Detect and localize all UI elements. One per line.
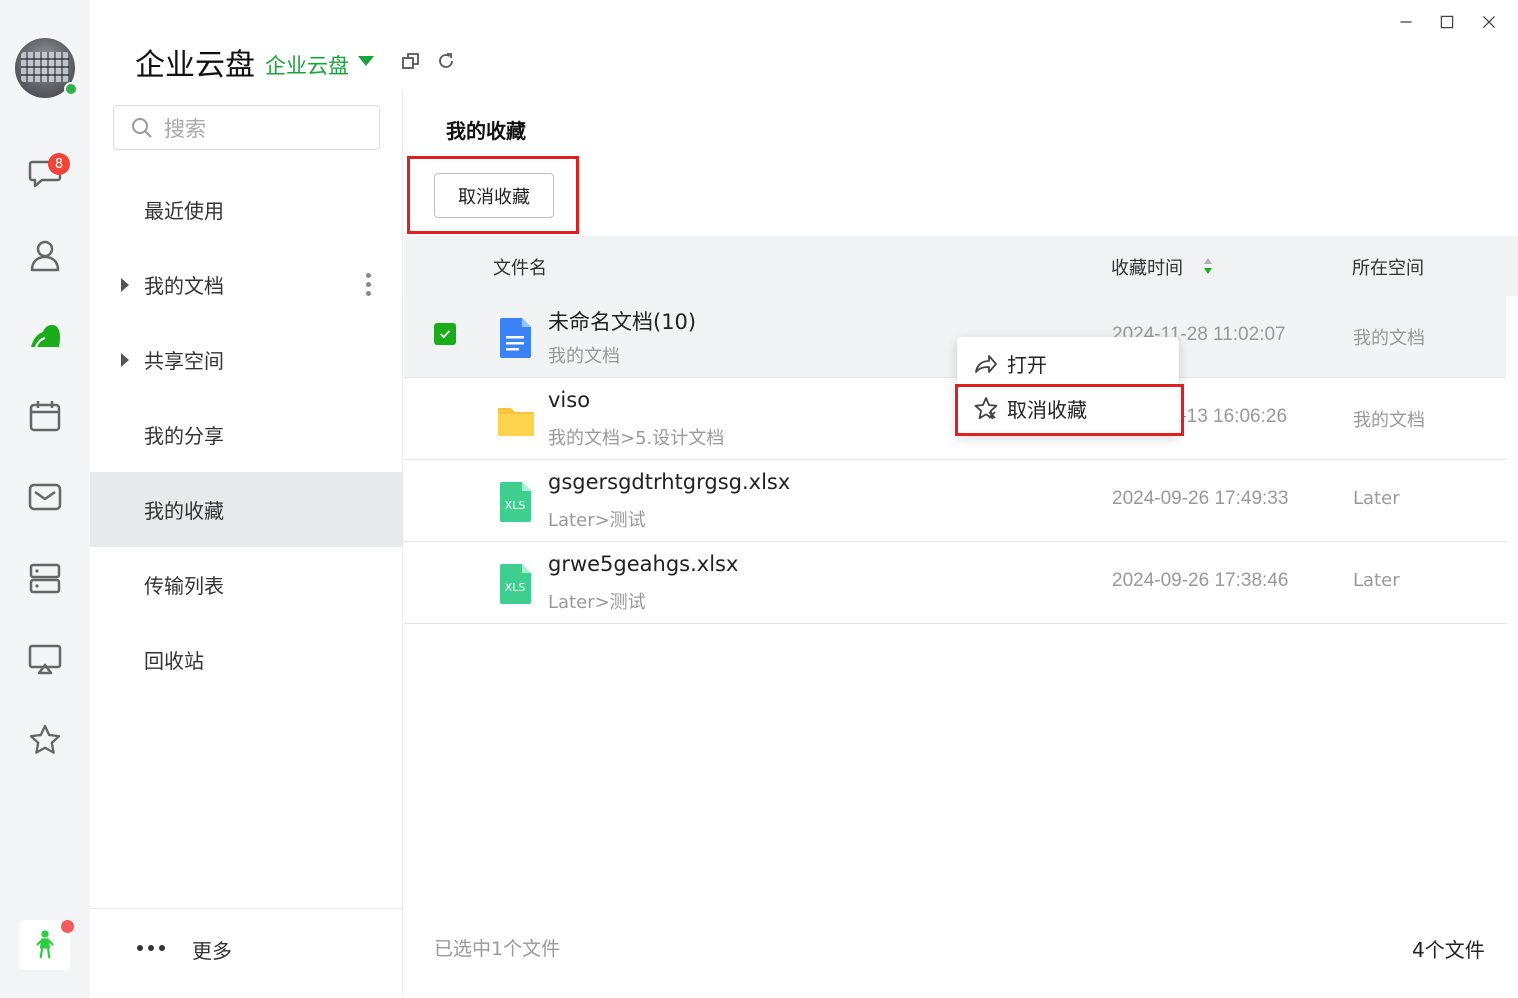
file-path: Later>测试 xyxy=(548,510,646,531)
nav-panel: 搜索 最近使用 我的文档 共享空间 我的分享 我的收藏 传输列表 回收站 更多 xyxy=(90,90,403,998)
minimize-icon[interactable] xyxy=(1394,10,1418,34)
column-header-time[interactable]: 收藏时间 xyxy=(1111,254,1183,280)
file-path: Later>测试 xyxy=(548,592,646,613)
close-icon[interactable] xyxy=(1477,10,1501,34)
nav-item-label: 我的文档 xyxy=(144,274,224,298)
search-input[interactable]: 搜索 xyxy=(113,105,380,150)
workspace-switcher[interactable]: 企业云盘 xyxy=(265,50,349,80)
nav-item-my-shares[interactable]: 我的分享 xyxy=(90,397,403,472)
nav-item-label: 共享空间 xyxy=(144,349,224,373)
nav-item-label: 我的收藏 xyxy=(144,499,224,523)
excel-file-icon: XLS xyxy=(500,482,531,522)
file-name[interactable]: viso xyxy=(548,388,590,412)
expand-arrow-icon[interactable] xyxy=(121,352,129,367)
refresh-icon[interactable] xyxy=(435,50,457,72)
open-arrow-icon xyxy=(975,354,997,373)
row-checkbox[interactable] xyxy=(434,323,456,345)
workspace-dropdown-icon[interactable] xyxy=(358,56,374,66)
maximize-icon[interactable] xyxy=(1435,10,1459,34)
file-name[interactable]: grwe5geahgs.xlsx xyxy=(548,552,738,576)
nav-item-my-docs[interactable]: 我的文档 xyxy=(90,247,403,322)
nav-item-recycle-bin[interactable]: 回收站 xyxy=(90,622,403,697)
nav-item-label: 传输列表 xyxy=(144,574,224,598)
popout-window-icon[interactable] xyxy=(400,50,422,72)
mail-icon[interactable] xyxy=(25,477,65,517)
app-title: 企业云盘 xyxy=(135,48,255,83)
workbench-icon[interactable] xyxy=(25,558,65,598)
file-name[interactable]: gsgersgdtrhtgrgsg.xlsx xyxy=(548,470,790,494)
more-button[interactable]: 更多 xyxy=(192,935,232,964)
context-menu-open[interactable]: 打开 xyxy=(957,341,1179,386)
file-space: Later xyxy=(1353,488,1400,509)
file-name[interactable]: 未命名文档(10) xyxy=(548,306,696,336)
more-dots-icon[interactable] xyxy=(137,945,165,951)
table-header: 文件名 收藏时间 所在空间 xyxy=(404,236,1518,296)
file-space: Later xyxy=(1353,570,1400,591)
sort-icon[interactable] xyxy=(1203,256,1213,276)
xls-label: XLS xyxy=(505,581,526,594)
calendar-icon[interactable] xyxy=(25,396,65,436)
nav-footer: 更多 xyxy=(90,908,403,998)
search-icon xyxy=(132,117,152,138)
notification-dot xyxy=(61,920,74,933)
document-file-icon xyxy=(500,318,531,358)
cloud-drive-icon[interactable] xyxy=(25,315,65,355)
selection-status: 已选中1个文件 xyxy=(434,938,561,960)
nav-item-label: 最近使用 xyxy=(144,199,224,223)
file-path: 我的文档 xyxy=(548,346,620,367)
app-window: 8 企业云盘 企业云盘 搜索 最近使用 我的文档 共享空间 我的分享 我的收藏 … xyxy=(0,0,1518,998)
online-status-dot xyxy=(64,82,78,96)
nav-item-recent[interactable]: 最近使用 xyxy=(90,172,403,247)
nav-item-label: 回收站 xyxy=(144,649,204,673)
favorite-time: 2024-09-26 17:38:46 xyxy=(1112,570,1289,591)
highlight-box-context xyxy=(955,384,1184,436)
file-count: 4个文件 xyxy=(1412,938,1485,962)
meeting-screen-icon[interactable] xyxy=(25,639,65,679)
folder-icon xyxy=(498,408,534,436)
chat-badge: 8 xyxy=(48,153,70,175)
xls-label: XLS xyxy=(505,499,526,512)
table-row[interactable]: 未命名文档(10) 我的文档 2024-11-28 11:02:07 我的文档 xyxy=(404,296,1506,378)
nav-item-favorites[interactable]: 我的收藏 xyxy=(90,472,403,547)
favorite-time: 2024-09-26 17:49:33 xyxy=(1112,488,1289,509)
column-header-space[interactable]: 所在空间 xyxy=(1352,254,1424,280)
unfavorite-button[interactable]: 取消收藏 xyxy=(434,173,554,218)
more-options-icon[interactable] xyxy=(366,247,371,322)
table-row[interactable]: XLS gsgersgdtrhtgrgsg.xlsx Later>测试 2024… xyxy=(404,460,1506,542)
table-row[interactable]: XLS grwe5geahgs.xlsx Later>测试 2024-09-26… xyxy=(404,542,1506,624)
nav-item-label: 我的分享 xyxy=(144,424,224,448)
file-path: 我的文档>5.设计文档 xyxy=(548,428,725,449)
favorites-star-icon[interactable] xyxy=(25,720,65,760)
column-header-name[interactable]: 文件名 xyxy=(493,254,547,280)
nav-item-shared-space[interactable]: 共享空间 xyxy=(90,322,403,397)
contacts-icon[interactable] xyxy=(25,235,65,275)
search-placeholder: 搜索 xyxy=(164,116,206,141)
nav-item-transfers[interactable]: 传输列表 xyxy=(90,547,403,622)
page-title: 我的收藏 xyxy=(446,119,526,143)
context-menu-label: 打开 xyxy=(1007,353,1047,377)
file-space: 我的文档 xyxy=(1353,328,1425,349)
excel-file-icon: XLS xyxy=(500,564,531,604)
left-rail: 8 xyxy=(0,0,90,998)
expand-arrow-icon[interactable] xyxy=(121,277,129,292)
file-space: 我的文档 xyxy=(1353,410,1425,431)
